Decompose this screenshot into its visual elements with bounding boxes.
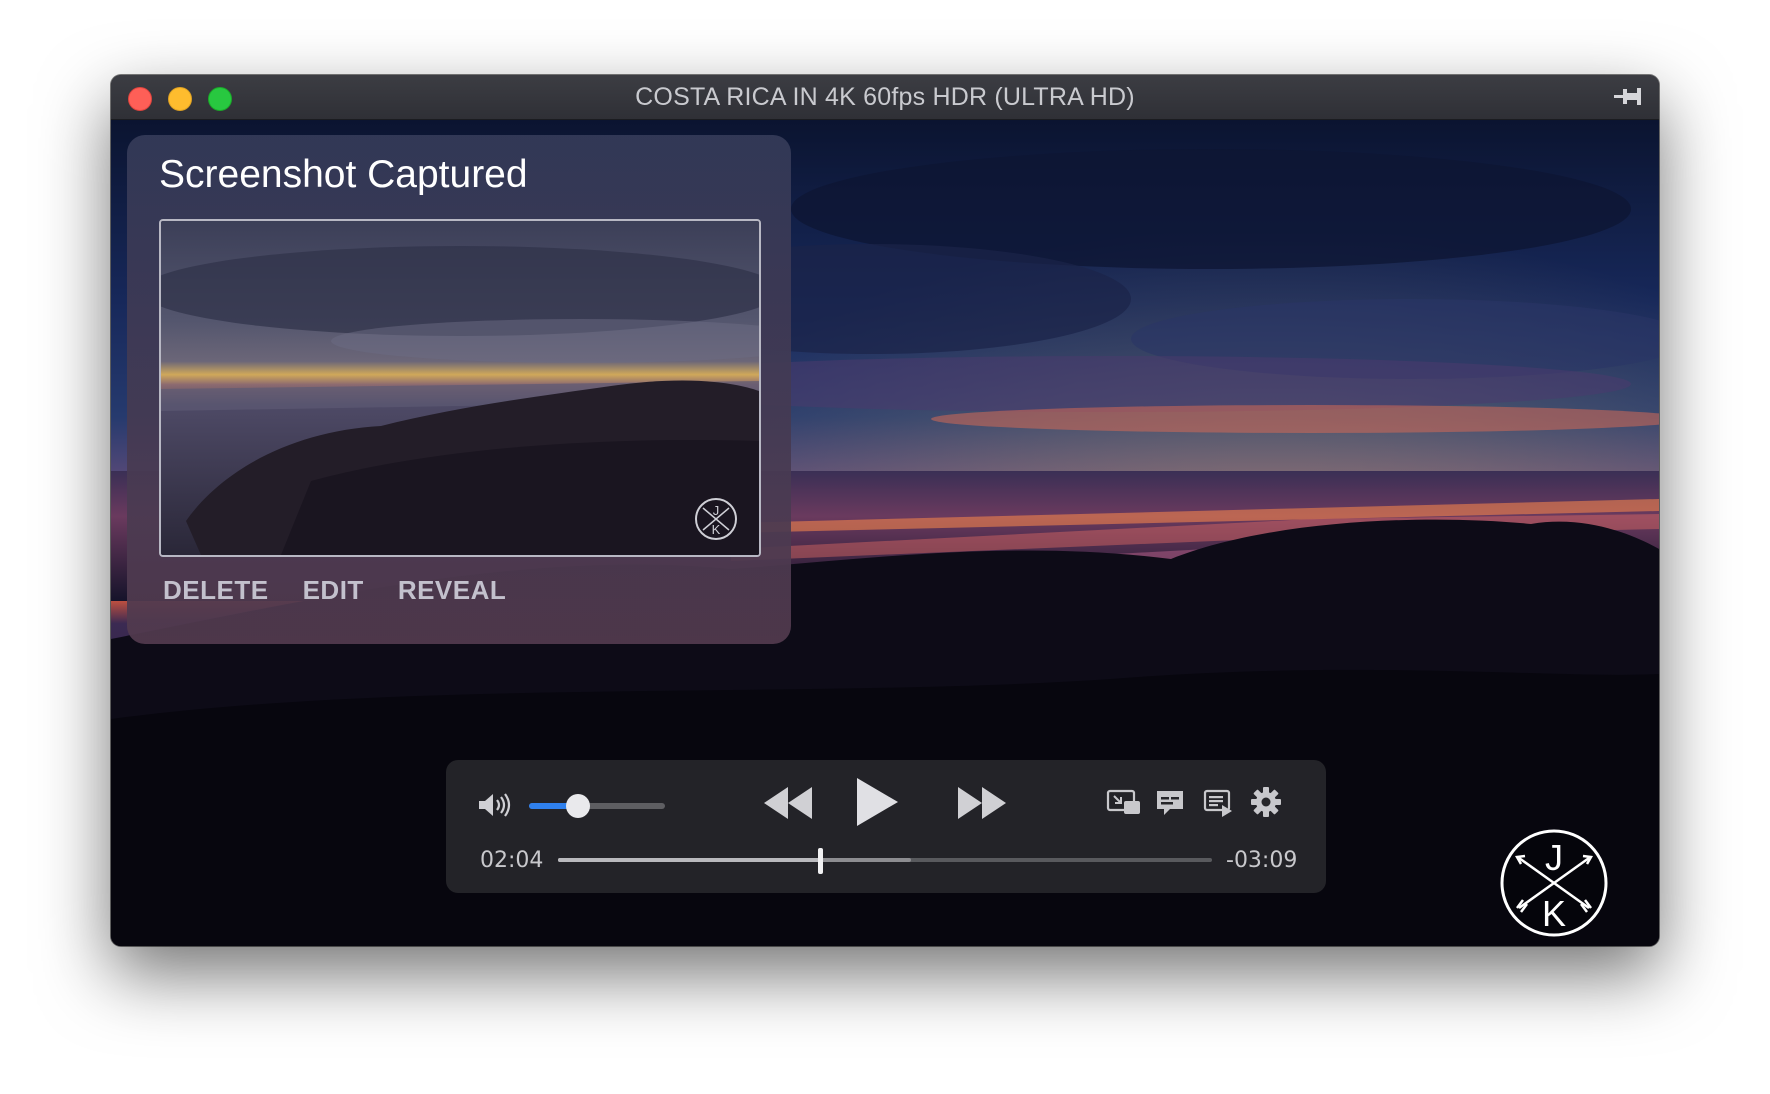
seek-handle[interactable] [817,848,823,874]
picture-in-picture-icon[interactable] [1106,788,1142,818]
thumbnail-image: J K [161,221,759,555]
seek-played [558,858,820,862]
toast-title: Screenshot Captured [159,153,528,196]
reveal-button[interactable]: REVEAL [398,575,506,606]
playback-controls: 02:04 -03:09 [446,760,1326,893]
window-title: COSTA RICA IN 4K 60fps HDR (ULTRA HD) [635,83,1135,111]
fast-forward-icon[interactable] [956,785,1008,821]
delete-button[interactable]: DELETE [163,575,269,606]
playlist-icon[interactable] [1202,788,1234,818]
volume-icon[interactable] [476,790,512,820]
svg-text:J: J [713,503,720,518]
svg-text:K: K [712,522,721,537]
seek-bar[interactable] [558,848,1212,874]
elapsed-time: 02:04 [480,848,544,873]
remaining-time: -03:09 [1226,848,1298,873]
title-bar[interactable]: COSTA RICA IN 4K 60fps HDR (ULTRA HD) [111,75,1659,120]
play-icon[interactable] [854,776,900,828]
settings-gear-icon[interactable] [1250,786,1282,818]
jk-logo-icon: J K [1500,829,1608,937]
logo-top-letter: J [1545,837,1563,878]
volume-slider[interactable] [529,794,665,818]
volume-knob[interactable] [565,794,590,818]
rewind-icon[interactable] [762,785,814,821]
logo-bottom-letter: K [1542,893,1566,934]
pin-icon[interactable] [1613,85,1643,109]
player-window: COSTA RICA IN 4K 60fps HDR (ULTRA HD) Sc… [111,75,1659,946]
edit-button[interactable]: EDIT [303,575,364,606]
toast-actions: DELETE EDIT REVEAL [163,575,506,606]
screenshot-thumbnail[interactable]: J K [159,219,761,557]
screenshot-captured-panel: Screenshot Captured J K DELETE EDIT REVE… [127,135,791,644]
subtitles-icon[interactable] [1154,788,1186,818]
